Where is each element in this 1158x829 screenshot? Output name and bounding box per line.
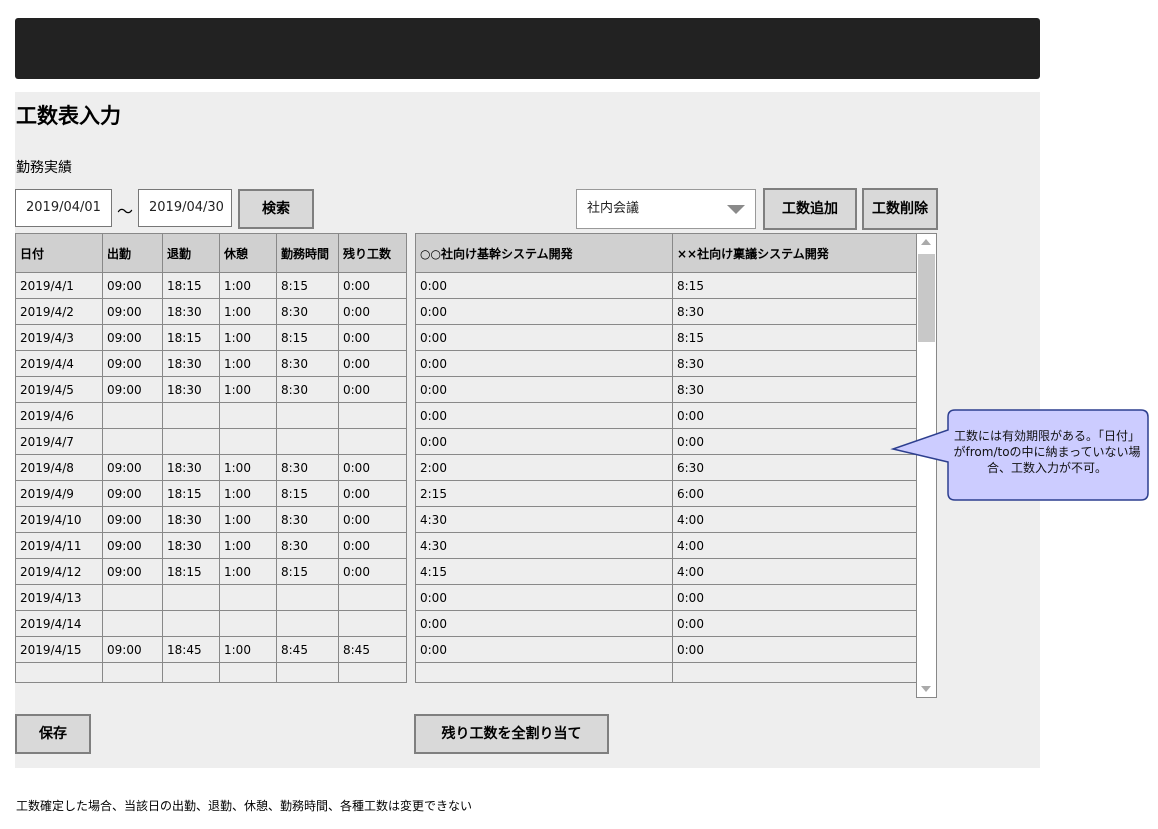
footer-note: 工数確定した場合、当該日の出勤、退勤、休憩、勤務時間、各種工数は変更できない: [16, 799, 473, 813]
callout-text: 工数には有効期限がある。「日付」がfrom/toの中に納まっていない場合、工数入…: [953, 429, 1141, 475]
callout-bubble: [890, 409, 1149, 501]
